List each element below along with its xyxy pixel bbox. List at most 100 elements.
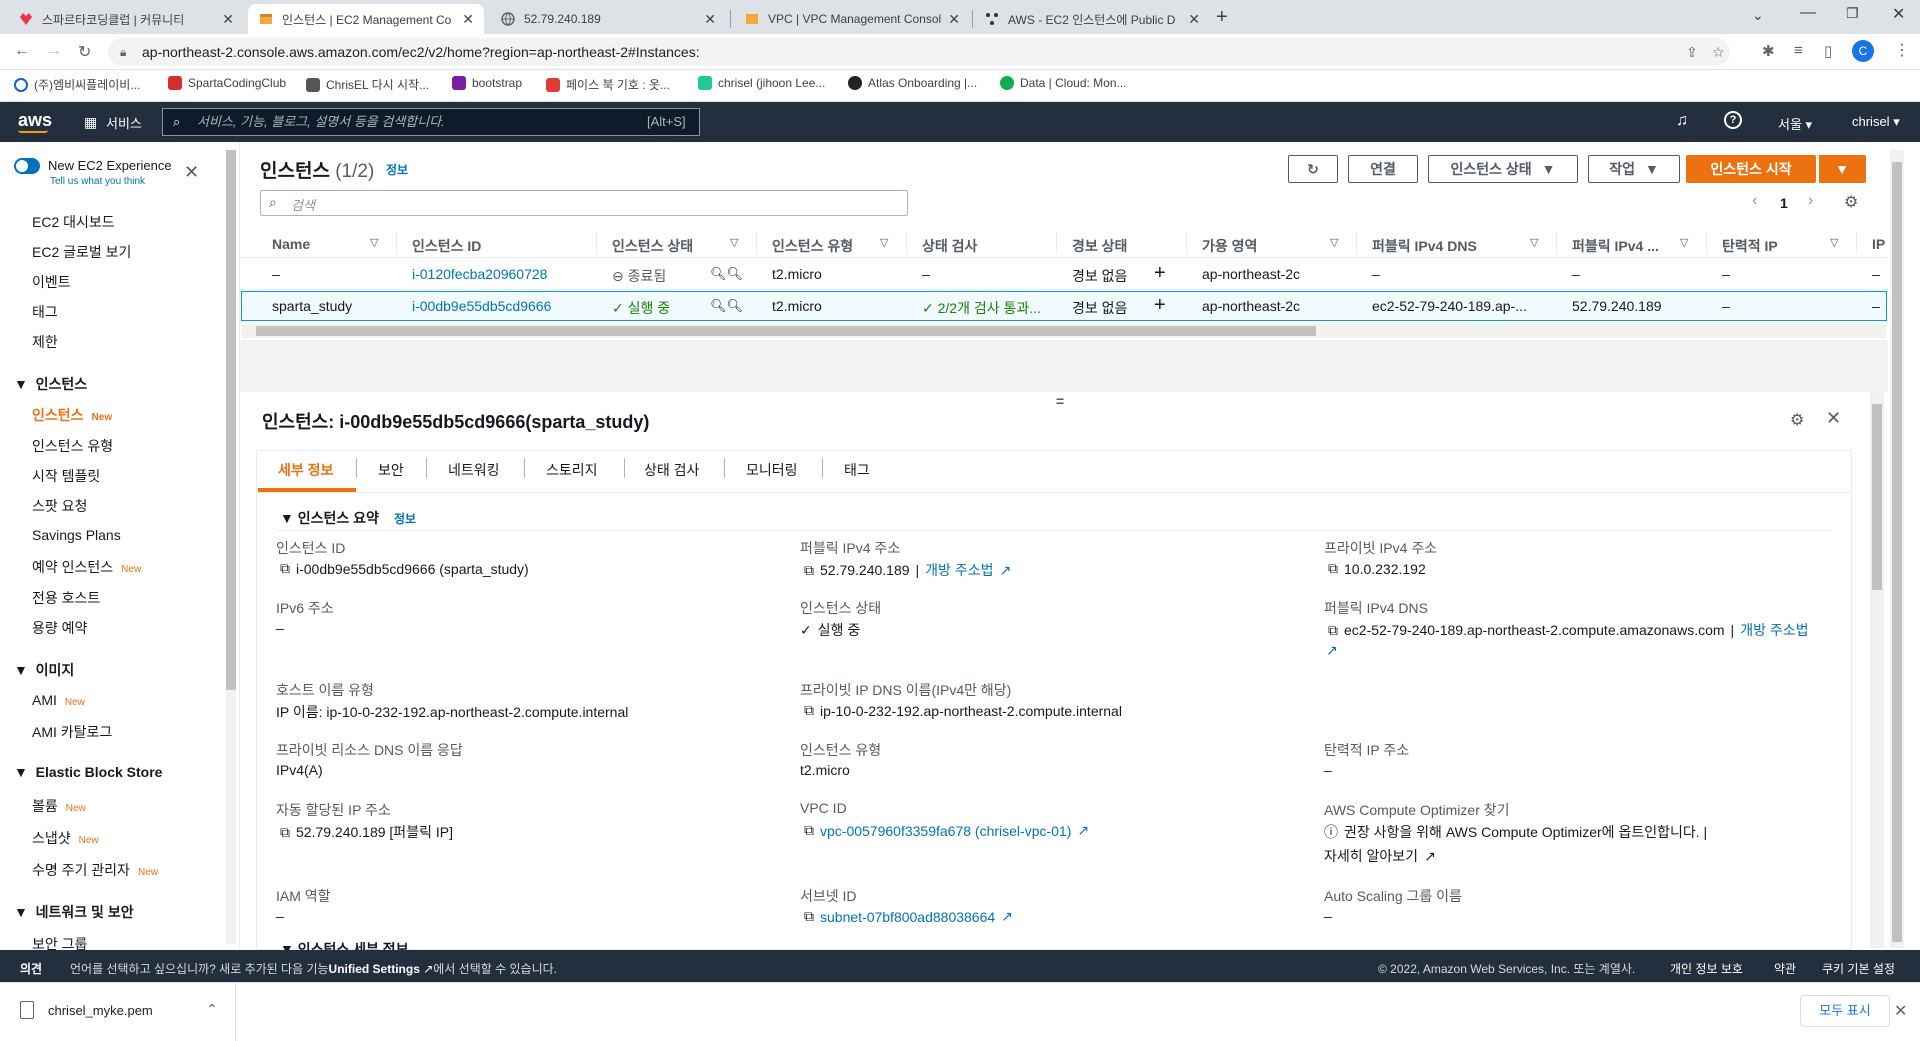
col-divider[interactable] bbox=[906, 232, 907, 254]
external-link-icon[interactable]: ↗ bbox=[1326, 642, 1338, 659]
info-link[interactable]: 정보 bbox=[386, 161, 408, 178]
col-divider[interactable] bbox=[1556, 232, 1557, 254]
filter-caret-icon[interactable]: ▽ bbox=[370, 236, 378, 249]
sidebar-item-dashboard[interactable]: EC2 대시보드 bbox=[32, 212, 115, 232]
tab-status-checks[interactable]: 상태 검사 bbox=[644, 460, 699, 480]
external-link-icon[interactable]: ↗ bbox=[1077, 822, 1089, 839]
subnet-link[interactable]: subnet-07bf800ad88038664 bbox=[820, 909, 995, 925]
cell-instance-id-link[interactable]: i-0120fecba20960728 bbox=[412, 266, 547, 282]
extensions-puzzle-icon[interactable]: ✱ bbox=[1762, 42, 1775, 60]
sidebar-item-savings-plans[interactable]: Savings Plans bbox=[32, 527, 121, 543]
bookmark-item[interactable]: SpartaCodingClub bbox=[168, 76, 286, 90]
browser-tab-1[interactable]: 스파르타코딩클럽 | 커뮤니티 ✕ bbox=[8, 4, 244, 34]
privacy-link[interactable]: 개인 정보 보호 bbox=[1670, 960, 1743, 977]
sidebar-section-network[interactable]: ▼ 네트워크 및 보안 bbox=[14, 902, 134, 922]
page-scrollbar[interactable] bbox=[1890, 150, 1904, 948]
reload-icon[interactable]: ↻ bbox=[78, 42, 91, 62]
download-item[interactable]: chrisel_myke.pem ⌃ bbox=[0, 983, 236, 1041]
copy-icon[interactable]: ⧉ bbox=[804, 702, 814, 719]
profile-avatar[interactable]: C bbox=[1852, 40, 1874, 62]
col-divider[interactable] bbox=[1706, 232, 1707, 254]
tab-networking[interactable]: 네트워킹 bbox=[448, 460, 500, 480]
col-instance-id[interactable]: 인스턴스 ID bbox=[412, 236, 481, 256]
copy-icon[interactable]: ⧉ bbox=[804, 562, 814, 579]
region-selector[interactable]: 서울 ▾ bbox=[1778, 114, 1812, 133]
detail-settings-gear-icon[interactable]: ⚙ bbox=[1790, 410, 1804, 430]
col-ip[interactable]: IP bbox=[1872, 236, 1888, 252]
col-state[interactable]: 인스턴스 상태 bbox=[612, 236, 693, 256]
filter-caret-icon[interactable]: ▽ bbox=[1530, 236, 1538, 249]
sidebar-item-ami-catalog[interactable]: AMI 카탈로그 bbox=[32, 722, 112, 742]
show-all-button[interactable]: 모두 표시 bbox=[1800, 995, 1890, 1027]
instance-search-input[interactable]: ⌕ 검색 bbox=[260, 190, 908, 216]
connect-button[interactable]: 연결 bbox=[1348, 155, 1418, 183]
settings-gear-icon[interactable]: ⚙ bbox=[1844, 192, 1858, 212]
page-number[interactable]: 1 bbox=[1780, 195, 1788, 211]
browser-tab-5[interactable]: AWS - EC2 인스턴스에 Public D ✕ bbox=[974, 4, 1210, 34]
copy-icon[interactable]: ⧉ bbox=[280, 824, 290, 841]
sidebar-item-capacity[interactable]: 용량 예약 bbox=[32, 618, 87, 638]
external-link-icon[interactable]: ↗ bbox=[999, 562, 1011, 579]
close-tab-icon[interactable]: ✕ bbox=[462, 11, 474, 28]
feedback-link[interactable]: Tell us what you think bbox=[50, 176, 145, 187]
col-divider[interactable] bbox=[1356, 232, 1357, 254]
sidebar-scroll-thumb[interactable] bbox=[226, 150, 236, 690]
col-divider[interactable] bbox=[1186, 232, 1187, 254]
new-tab-button[interactable]: + bbox=[1216, 6, 1228, 29]
bell-icon[interactable]: ♫ bbox=[1676, 112, 1688, 130]
sidebar-item-launch-templates[interactable]: 시작 템플릿 bbox=[32, 466, 100, 486]
col-divider[interactable] bbox=[1856, 232, 1857, 254]
sidebar-item-ami[interactable]: AMI New bbox=[32, 692, 85, 708]
browser-tab-2[interactable]: 인스턴스 | EC2 Management Co ✕ bbox=[248, 4, 484, 34]
sidebar-item-dedicated-hosts[interactable]: 전용 호스트 bbox=[32, 588, 100, 608]
bookmark-item[interactable]: Atlas Onboarding |... bbox=[848, 76, 977, 90]
chevron-up-icon[interactable]: ⌃ bbox=[206, 1001, 218, 1018]
sidebar-item-limits[interactable]: 제한 bbox=[32, 332, 58, 352]
col-az[interactable]: 가용 영역 bbox=[1202, 236, 1257, 256]
services-grid-icon[interactable]: ▦ bbox=[84, 114, 97, 131]
next-page-icon[interactable]: › bbox=[1808, 192, 1813, 210]
help-icon[interactable]: ? bbox=[1724, 111, 1742, 129]
col-divider[interactable] bbox=[756, 232, 757, 254]
sidebar-section-instances[interactable]: ▼ 인스턴스 bbox=[14, 374, 87, 394]
summary-info-link[interactable]: 정보 bbox=[394, 510, 416, 527]
col-public-dns[interactable]: 퍼블릭 IPv4 DNS bbox=[1372, 236, 1477, 256]
aws-logo[interactable]: aws bbox=[18, 110, 52, 131]
filter-caret-icon[interactable]: ▽ bbox=[1680, 236, 1688, 249]
copy-icon[interactable]: ⧉ bbox=[804, 822, 814, 839]
external-link-icon[interactable]: ↗ bbox=[1001, 908, 1013, 925]
add-alarm-icon[interactable]: + bbox=[1154, 294, 1166, 317]
sidebar-item-reserved[interactable]: 예약 인스턴스 New bbox=[32, 557, 141, 577]
bookmark-item[interactable]: Data | Cloud: Mon... bbox=[1000, 76, 1127, 90]
tab-security[interactable]: 보안 bbox=[378, 460, 404, 480]
zoom-icons[interactable]: 🔍︎🔍︎ bbox=[710, 298, 743, 314]
sidebar-item-tags[interactable]: 태그 bbox=[32, 302, 58, 322]
col-divider[interactable] bbox=[1056, 232, 1057, 254]
actions-button[interactable]: 작업 ▼ bbox=[1588, 155, 1680, 183]
close-tab-icon[interactable]: ✕ bbox=[222, 11, 234, 28]
unified-settings-link[interactable]: Unified Settings bbox=[329, 962, 420, 976]
sidebar-section-ebs[interactable]: ▼ Elastic Block Store bbox=[14, 764, 162, 780]
instance-state-button[interactable]: 인스턴스 상태 ▼ bbox=[1428, 155, 1578, 183]
details-section-toggle[interactable]: ▼ 인스턴스 세부 정보 bbox=[280, 942, 520, 950]
copy-icon[interactable]: ⧉ bbox=[1328, 560, 1338, 577]
close-tab-icon[interactable]: ✕ bbox=[1188, 11, 1200, 28]
side-panel-icon[interactable]: ▯ bbox=[1824, 42, 1832, 60]
open-address-link[interactable]: 개방 주소법 bbox=[925, 560, 993, 580]
open-address-link[interactable]: 개방 주소법 bbox=[1740, 620, 1808, 640]
new-experience-toggle[interactable] bbox=[14, 158, 40, 174]
tab-search-chevron-icon[interactable]: ⌄ bbox=[1752, 7, 1764, 24]
filter-caret-icon[interactable]: ▽ bbox=[1830, 236, 1838, 249]
bookmark-item[interactable]: 페이스 북 기호 : 옷... bbox=[546, 76, 670, 93]
url-bar[interactable]: 🔒︎ ap-northeast-2.console.aws.amazon.com… bbox=[108, 38, 1730, 66]
account-menu[interactable]: chrisel ▾ bbox=[1852, 114, 1900, 130]
bookmark-item[interactable]: (주)엠비씨플레이비... bbox=[14, 76, 140, 93]
col-public-ip[interactable]: 퍼블릭 IPv4 ... bbox=[1572, 236, 1659, 256]
sidebar-item-instance-types[interactable]: 인스턴스 유형 bbox=[32, 436, 113, 456]
prev-page-icon[interactable]: ‹ bbox=[1752, 192, 1757, 210]
maximize-button[interactable]: ❐ bbox=[1846, 5, 1859, 22]
feedback-button[interactable]: 의견 bbox=[20, 960, 42, 977]
bookmark-item[interactable]: bootstrap bbox=[452, 76, 522, 90]
close-window-button[interactable]: ✕ bbox=[1892, 4, 1905, 24]
summary-section-toggle[interactable]: ▼ 인스턴스 요약 bbox=[280, 508, 379, 528]
